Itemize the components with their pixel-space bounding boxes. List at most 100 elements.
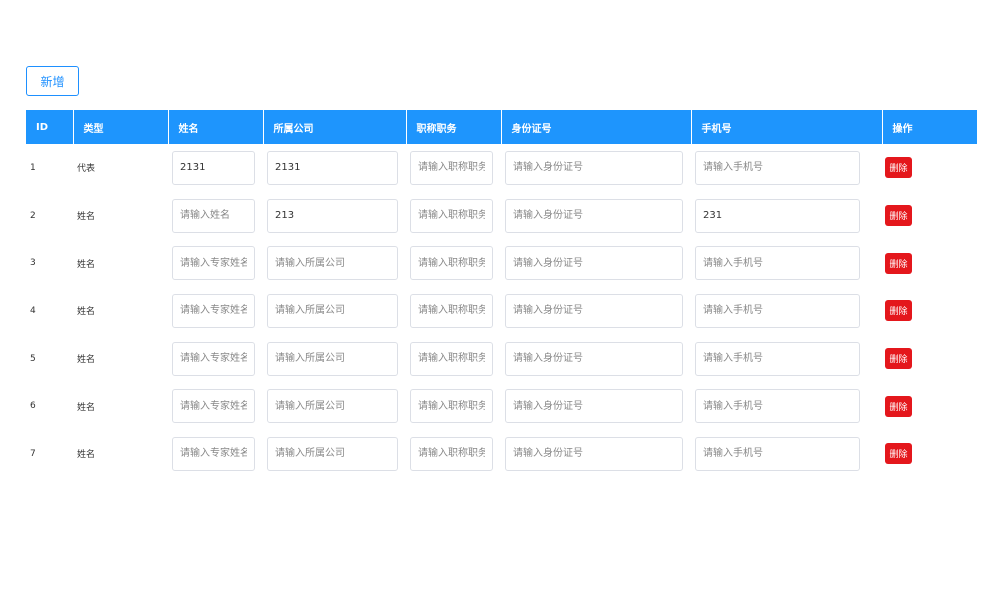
phone-input[interactable] bbox=[695, 389, 860, 424]
title-input[interactable] bbox=[410, 246, 493, 281]
column-header-idcard: 身份证号 bbox=[501, 110, 692, 144]
idcard-input[interactable] bbox=[505, 341, 683, 376]
company-cell bbox=[263, 382, 406, 430]
company-input[interactable] bbox=[267, 341, 398, 376]
row-type: 姓名 bbox=[77, 307, 96, 318]
row-id: 7 bbox=[30, 448, 36, 459]
table-body: 1 代表 删除 2 姓名 bbox=[26, 144, 977, 478]
company-cell bbox=[263, 239, 406, 287]
name-input[interactable] bbox=[172, 150, 255, 185]
company-cell bbox=[263, 430, 406, 478]
title-input[interactable] bbox=[410, 293, 493, 328]
expert-table: ID 类型 姓名 所属公司 职称职务 身份证号 手机号 操作 1 代表 2131… bbox=[26, 110, 977, 478]
column-header-type: 类型 bbox=[73, 110, 169, 144]
actions-cell: 删除 bbox=[882, 382, 977, 430]
idcard-input[interactable] bbox=[505, 389, 683, 424]
table-row: 5 姓名 删除 bbox=[26, 335, 977, 383]
title-cell bbox=[406, 144, 501, 192]
name-cell bbox=[168, 144, 263, 192]
column-header-company: 所属公司 bbox=[263, 110, 407, 144]
actions-cell: 删除 bbox=[882, 335, 977, 383]
actions-cell: 删除 bbox=[882, 144, 977, 192]
phone-cell bbox=[691, 144, 882, 192]
title-input[interactable] bbox=[410, 341, 493, 376]
company-input[interactable] bbox=[267, 293, 398, 328]
idcard-input[interactable] bbox=[505, 293, 683, 328]
phone-cell bbox=[691, 192, 882, 240]
title-input[interactable] bbox=[410, 389, 493, 424]
idcard-input[interactable] bbox=[505, 150, 683, 185]
column-header-phone: 手机号 bbox=[691, 110, 883, 144]
name-input[interactable] bbox=[172, 436, 255, 471]
row-type: 代表 bbox=[77, 164, 96, 175]
name-cell bbox=[168, 239, 263, 287]
idcard-cell bbox=[501, 287, 691, 335]
company-input[interactable] bbox=[267, 246, 398, 281]
name-cell bbox=[168, 382, 263, 430]
add-button[interactable]: 新增 bbox=[26, 66, 79, 96]
title-input[interactable] bbox=[410, 436, 493, 471]
idcard-cell bbox=[501, 335, 691, 383]
name-cell bbox=[168, 430, 263, 478]
table-row: 6 姓名 删除 bbox=[26, 382, 977, 430]
delete-button[interactable]: 删除 bbox=[885, 395, 912, 417]
delete-button[interactable]: 删除 bbox=[885, 300, 912, 322]
page: 新增 ID 类型 姓名 所属公司 职称职务 身份证号 手机号 操作 1 代表 2… bbox=[0, 0, 1000, 607]
company-input[interactable] bbox=[267, 389, 398, 424]
delete-button[interactable]: 删除 bbox=[885, 157, 912, 179]
table-row: 7 姓名 删除 bbox=[26, 430, 977, 478]
phone-input[interactable] bbox=[695, 436, 860, 471]
table-header: ID 类型 姓名 所属公司 职称职务 身份证号 手机号 操作 bbox=[26, 110, 977, 144]
title-cell bbox=[406, 335, 501, 383]
actions-cell: 删除 bbox=[882, 430, 977, 478]
phone-input[interactable] bbox=[695, 341, 860, 376]
name-input[interactable] bbox=[172, 198, 255, 233]
table-row: 3 姓名 删除 bbox=[26, 239, 977, 287]
actions-cell: 删除 bbox=[882, 239, 977, 287]
delete-button[interactable]: 删除 bbox=[885, 205, 912, 227]
actions-cell: 删除 bbox=[882, 192, 977, 240]
idcard-input[interactable] bbox=[505, 198, 683, 233]
idcard-cell bbox=[501, 192, 691, 240]
phone-input[interactable] bbox=[695, 198, 860, 233]
row-type: 姓名 bbox=[77, 450, 96, 461]
title-cell bbox=[406, 192, 501, 240]
name-input[interactable] bbox=[172, 246, 255, 281]
phone-cell bbox=[691, 239, 882, 287]
idcard-input[interactable] bbox=[505, 246, 683, 281]
phone-input[interactable] bbox=[695, 150, 860, 185]
phone-cell bbox=[691, 287, 882, 335]
row-id: 1 bbox=[30, 162, 36, 173]
name-cell bbox=[168, 192, 263, 240]
row-id: 2 bbox=[30, 210, 36, 221]
idcard-input[interactable] bbox=[505, 436, 683, 471]
row-type: 姓名 bbox=[77, 402, 96, 413]
company-input[interactable] bbox=[267, 198, 398, 233]
row-type: 姓名 bbox=[77, 355, 96, 366]
row-type: 姓名 bbox=[77, 212, 96, 223]
company-input[interactable] bbox=[267, 150, 398, 185]
idcard-cell bbox=[501, 430, 691, 478]
name-input[interactable] bbox=[172, 341, 255, 376]
phone-input[interactable] bbox=[695, 246, 860, 281]
name-cell bbox=[168, 287, 263, 335]
row-id: 4 bbox=[30, 305, 36, 316]
phone-cell bbox=[691, 382, 882, 430]
idcard-cell bbox=[501, 239, 691, 287]
delete-button[interactable]: 删除 bbox=[885, 443, 912, 465]
name-input[interactable] bbox=[172, 389, 255, 424]
name-input[interactable] bbox=[172, 293, 255, 328]
idcard-cell bbox=[501, 144, 691, 192]
company-cell bbox=[263, 192, 406, 240]
table-row: 4 姓名 删除 bbox=[26, 287, 977, 335]
title-cell bbox=[406, 382, 501, 430]
row-id: 5 bbox=[30, 353, 36, 364]
delete-button[interactable]: 删除 bbox=[885, 348, 912, 370]
title-input[interactable] bbox=[410, 150, 493, 185]
delete-button[interactable]: 删除 bbox=[885, 252, 912, 274]
company-input[interactable] bbox=[267, 436, 398, 471]
name-cell bbox=[168, 335, 263, 383]
phone-input[interactable] bbox=[695, 293, 860, 328]
row-id: 3 bbox=[30, 258, 36, 269]
title-input[interactable] bbox=[410, 198, 493, 233]
